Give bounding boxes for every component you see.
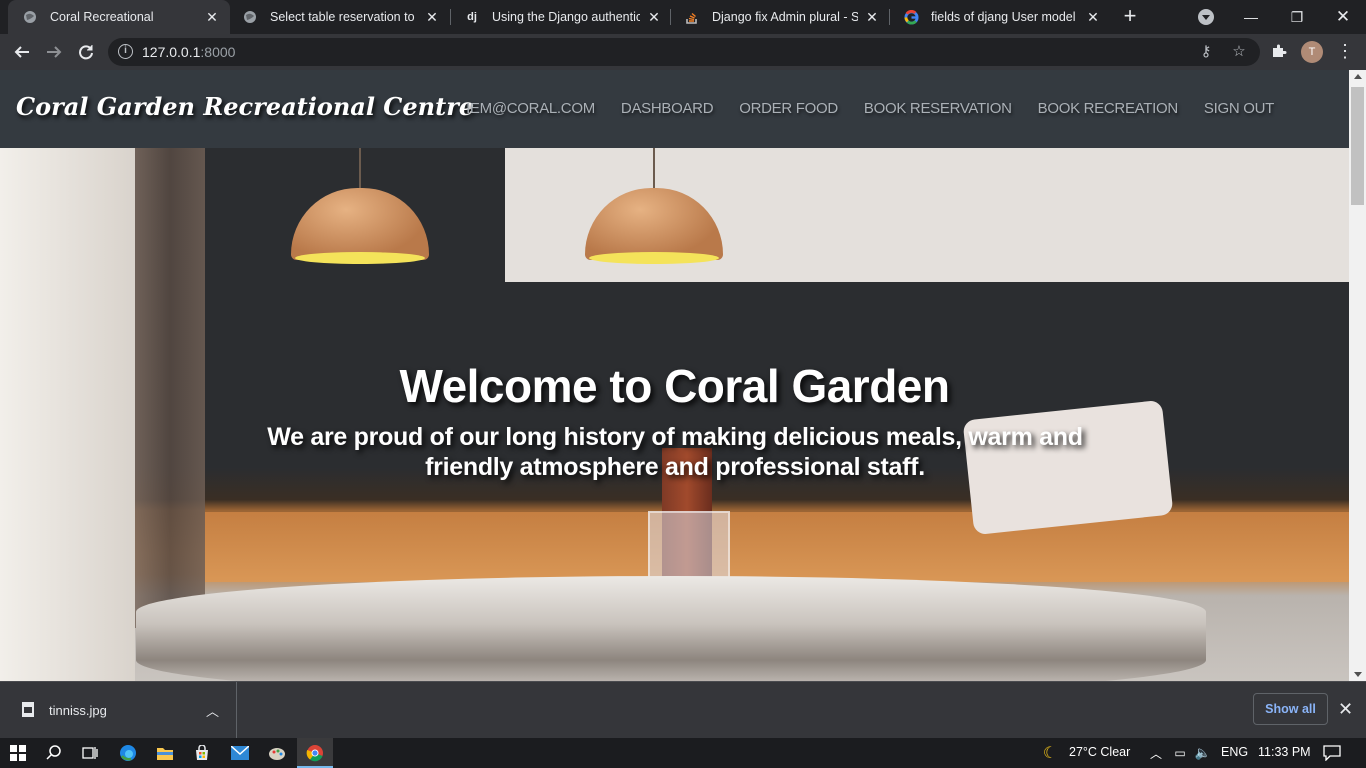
tab-title: Coral Recreational: [50, 10, 154, 24]
back-arrow-icon[interactable]: [10, 40, 34, 64]
browser-menu-icon[interactable]: ⋮: [1336, 42, 1354, 62]
windows-taskbar: ☾ 27°C Clear ︿ ▭ 🔈 ENG 11:33 PM: [0, 738, 1366, 768]
task-view-icon[interactable]: [80, 743, 100, 763]
tab-search-icon[interactable]: [1198, 9, 1214, 25]
tab-coral-recreational[interactable]: Coral Recreational ✕: [8, 0, 230, 34]
tab-django-authentication[interactable]: dj Using the Django authenticat ✕: [450, 0, 672, 34]
hero-title: Welcome to Coral Garden: [399, 360, 950, 412]
hero-background-bench: [205, 512, 1349, 582]
google-icon: [903, 9, 919, 25]
language-indicator[interactable]: ENG: [1221, 745, 1248, 759]
hero-subtitle: We are proud of our long history of maki…: [267, 423, 1083, 481]
close-icon[interactable]: ✕: [864, 9, 880, 26]
moon-weather-icon[interactable]: ☾: [1040, 743, 1060, 763]
globe-icon: [22, 9, 38, 25]
paint-icon[interactable]: [267, 743, 287, 763]
close-icon[interactable]: ✕: [204, 9, 220, 26]
notifications-icon[interactable]: [1322, 743, 1342, 763]
stackoverflow-icon: [684, 9, 700, 25]
key-icon[interactable]: ⚷: [1198, 44, 1214, 60]
window-close-icon[interactable]: ✕: [1320, 0, 1366, 34]
round-table-image: [136, 576, 1206, 681]
nav-link-dashboard[interactable]: DASHBOARD: [621, 100, 714, 117]
pendant-lamp-image: [291, 188, 429, 264]
chevron-up-icon[interactable]: ︿: [206, 701, 219, 720]
globe-icon: [242, 9, 258, 25]
close-icon[interactable]: ✕: [424, 9, 440, 26]
reload-icon[interactable]: [74, 40, 98, 64]
nav-link-user-email[interactable]: IEM@CORAL.COM: [466, 100, 595, 117]
file-icon: [22, 702, 34, 717]
store-icon[interactable]: [192, 743, 212, 763]
file-explorer-icon[interactable]: [155, 743, 175, 763]
tab-django-user-model[interactable]: fields of djang User model - G ✕: [889, 0, 1111, 34]
nav-link-sign-out[interactable]: SIGN OUT: [1204, 100, 1274, 117]
edge-browser-icon[interactable]: [118, 743, 138, 763]
tab-title: Using the Django authenticat: [492, 10, 640, 24]
profile-avatar[interactable]: T: [1301, 41, 1323, 63]
star-icon[interactable]: ☆: [1231, 44, 1247, 60]
download-item[interactable]: tinniss.jpg ︿: [0, 682, 237, 738]
tab-title: Django fix Admin plural - Sta: [712, 10, 858, 24]
page-viewport: Coral Garden Recreational Centre IEM@COR…: [0, 70, 1349, 681]
site-navbar: Coral Garden Recreational Centre IEM@COR…: [0, 70, 1349, 148]
close-icon[interactable]: ✕: [1338, 699, 1353, 720]
download-file-name: tinniss.jpg: [49, 703, 107, 718]
search-icon[interactable]: [44, 743, 64, 763]
new-tab-plus-icon[interactable]: +: [1118, 5, 1142, 29]
address-bar[interactable]: i 127.0.0.1:8000 ⚷ ☆: [108, 38, 1260, 66]
close-icon[interactable]: ✕: [1085, 9, 1101, 26]
scroll-up-arrow-icon[interactable]: [1354, 74, 1362, 79]
forward-arrow-icon[interactable]: [42, 40, 66, 64]
weather-status[interactable]: 27°C Clear: [1069, 745, 1130, 759]
tab-strip: Coral Recreational ✕ Select table reserv…: [0, 0, 1366, 34]
site-brand[interactable]: Coral Garden Recreational Centre: [16, 92, 474, 121]
scroll-down-arrow-icon[interactable]: [1354, 672, 1362, 677]
django-icon: dj: [467, 11, 477, 23]
nav-link-order-food[interactable]: ORDER FOOD: [739, 100, 838, 117]
show-all-button[interactable]: Show all: [1253, 693, 1328, 725]
system-clock[interactable]: 11:33 PM: [1258, 745, 1311, 759]
tab-title: fields of djang User model - G: [931, 10, 1079, 24]
windows-start-icon[interactable]: [8, 743, 28, 763]
lamp-cord: [653, 148, 655, 188]
volume-icon[interactable]: 🔈: [1193, 743, 1213, 763]
tab-django-admin-plural[interactable]: Django fix Admin plural - Sta ✕: [670, 0, 890, 34]
battery-icon[interactable]: ▭: [1170, 743, 1190, 763]
extensions-puzzle-icon[interactable]: [1270, 43, 1288, 61]
browser-toolbar: i 127.0.0.1:8000 ⚷ ☆: [0, 34, 1366, 70]
tab-select-table-reservation[interactable]: Select table reservation to ch ✕: [228, 0, 450, 34]
site-info-icon[interactable]: i: [118, 44, 133, 59]
download-shelf: tinniss.jpg ︿ Show all ✕: [0, 681, 1366, 738]
tray-chevron-up-icon[interactable]: ︿: [1146, 743, 1166, 763]
close-icon[interactable]: ✕: [646, 9, 662, 26]
url-port: :8000: [200, 44, 236, 60]
nav-link-book-recreation[interactable]: BOOK RECREATION: [1038, 100, 1179, 117]
nav-link-book-reservation[interactable]: BOOK RESERVATION: [864, 100, 1012, 117]
scrollbar-thumb[interactable]: [1351, 87, 1364, 205]
restore-icon[interactable]: ❐: [1274, 0, 1320, 34]
hero-background-wall: [0, 148, 135, 681]
page-scrollbar[interactable]: [1349, 70, 1366, 681]
nav-links: IEM@CORAL.COM DASHBOARD ORDER FOOD BOOK …: [466, 100, 1349, 117]
url-host: 127.0.0.1: [142, 44, 201, 60]
lamp-cord: [359, 148, 361, 188]
minimize-icon[interactable]: —: [1228, 0, 1274, 34]
mail-icon[interactable]: [230, 743, 250, 763]
tab-title: Select table reservation to ch: [270, 10, 418, 24]
chrome-icon[interactable]: [305, 743, 325, 763]
url-text: 127.0.0.1:8000: [142, 44, 235, 60]
hero-section: Welcome to Coral Garden We are proud of …: [0, 148, 1349, 681]
